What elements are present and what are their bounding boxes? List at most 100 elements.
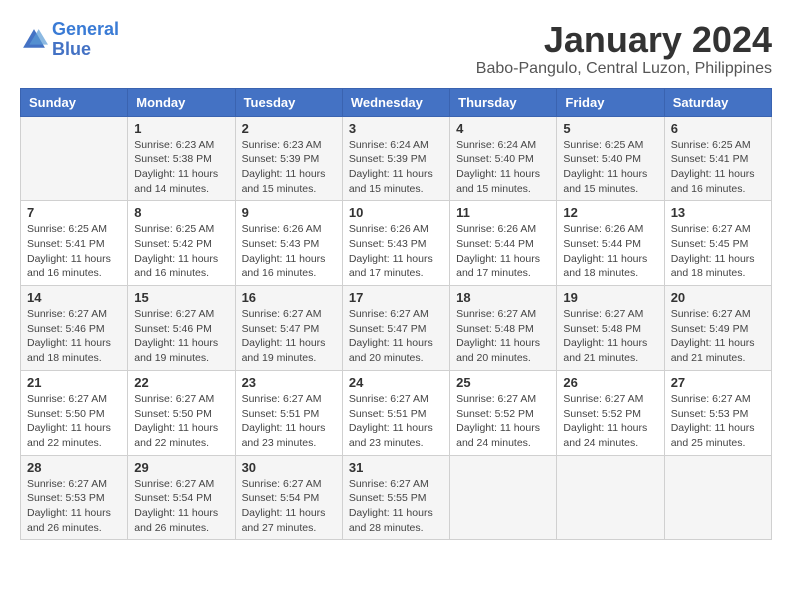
table-row: 29Sunrise: 6:27 AMSunset: 5:54 PMDayligh… xyxy=(128,455,235,540)
table-row: 15 Sunrise: 6:27 AMSunset: 5:46 PMDayligh… xyxy=(128,286,235,371)
page-header: General Blue January 2024 Babo-Pangulo, … xyxy=(20,20,772,78)
header-thursday: Thursday xyxy=(450,88,557,116)
day-info: Sunrise: 6:26 AMSunset: 5:43 PMDaylight:… xyxy=(242,222,336,281)
calendar-week-row: 28 Sunrise: 6:27 AMSunset: 5:53 PMDayligh… xyxy=(21,455,772,540)
calendar-week-row: 7Sunrise: 6:25 AMSunset: 5:41 PMDaylight… xyxy=(21,201,772,286)
table-row: 5 Sunrise: 6:25 AMSunset: 5:40 PMDaylight… xyxy=(557,116,664,201)
day-info: Sunrise: 6:27 AMSunset: 5:45 PMDaylight:… xyxy=(671,222,765,281)
header-monday: Monday xyxy=(128,88,235,116)
day-info: Sunrise: 6:25 AMSunset: 5:42 PMDaylight:… xyxy=(134,222,228,281)
table-row: 8 Sunrise: 6:25 AMSunset: 5:42 PMDaylight… xyxy=(128,201,235,286)
header-tuesday: Tuesday xyxy=(235,88,342,116)
day-number: 23 xyxy=(242,375,336,390)
calendar-header-row: Sunday Monday Tuesday Wednesday Thursday… xyxy=(21,88,772,116)
table-row xyxy=(557,455,664,540)
calendar-week-row: 21 Sunrise: 6:27 AMSunset: 5:50 PMDayligh… xyxy=(21,370,772,455)
day-number: 16 xyxy=(242,290,336,305)
day-info: Sunrise: 6:26 AMSunset: 5:44 PMDaylight:… xyxy=(563,222,657,281)
table-row: 7Sunrise: 6:25 AMSunset: 5:41 PMDaylight… xyxy=(21,201,128,286)
day-info: Sunrise: 6:26 AMSunset: 5:43 PMDaylight:… xyxy=(349,222,443,281)
table-row: 3 Sunrise: 6:24 AMSunset: 5:39 PMDaylight… xyxy=(342,116,449,201)
day-number: 1 xyxy=(134,121,228,136)
day-info: Sunrise: 6:27 AMSunset: 5:50 PMDaylight:… xyxy=(27,392,121,451)
table-row: 27 Sunrise: 6:27 AMSunset: 5:53 PMDayligh… xyxy=(664,370,771,455)
day-number: 20 xyxy=(671,290,765,305)
day-number: 26 xyxy=(563,375,657,390)
table-row: 22Sunrise: 6:27 AMSunset: 5:50 PMDayligh… xyxy=(128,370,235,455)
day-info: Sunrise: 6:25 AMSunset: 5:40 PMDaylight:… xyxy=(563,138,657,197)
day-info: Sunrise: 6:27 AMSunset: 5:47 PMDaylight:… xyxy=(349,307,443,366)
table-row: 21 Sunrise: 6:27 AMSunset: 5:50 PMDayligh… xyxy=(21,370,128,455)
day-number: 29 xyxy=(134,460,228,475)
day-info: Sunrise: 6:27 AMSunset: 5:53 PMDaylight:… xyxy=(671,392,765,451)
day-info: Sunrise: 6:23 AMSunset: 5:38 PMDaylight:… xyxy=(134,138,228,197)
day-info: Sunrise: 6:27 AMSunset: 5:48 PMDaylight:… xyxy=(456,307,550,366)
day-number: 3 xyxy=(349,121,443,136)
day-number: 13 xyxy=(671,205,765,220)
table-row: 24Sunrise: 6:27 AMSunset: 5:51 PMDayligh… xyxy=(342,370,449,455)
day-info: Sunrise: 6:27 AMSunset: 5:47 PMDaylight:… xyxy=(242,307,336,366)
day-number: 25 xyxy=(456,375,550,390)
day-info: Sunrise: 6:27 AMSunset: 5:52 PMDaylight:… xyxy=(563,392,657,451)
day-info: Sunrise: 6:24 AMSunset: 5:39 PMDaylight:… xyxy=(349,138,443,197)
day-number: 9 xyxy=(242,205,336,220)
day-number: 18 xyxy=(456,290,550,305)
table-row xyxy=(664,455,771,540)
day-info: Sunrise: 6:27 AMSunset: 5:46 PMDaylight:… xyxy=(27,307,121,366)
header-friday: Friday xyxy=(557,88,664,116)
day-info: Sunrise: 6:27 AMSunset: 5:53 PMDaylight:… xyxy=(27,477,121,536)
table-row: 31 Sunrise: 6:27 AMSunset: 5:55 PMDayligh… xyxy=(342,455,449,540)
page-title: January 2024 xyxy=(476,20,772,60)
logo-general: General xyxy=(52,19,119,39)
day-info: Sunrise: 6:26 AMSunset: 5:44 PMDaylight:… xyxy=(456,222,550,281)
day-number: 15 xyxy=(134,290,228,305)
table-row: 6Sunrise: 6:25 AMSunset: 5:41 PMDaylight… xyxy=(664,116,771,201)
table-row xyxy=(450,455,557,540)
table-row: 20 Sunrise: 6:27 AMSunset: 5:49 PMDayligh… xyxy=(664,286,771,371)
day-info: Sunrise: 6:27 AMSunset: 5:51 PMDaylight:… xyxy=(242,392,336,451)
day-info: Sunrise: 6:27 AMSunset: 5:50 PMDaylight:… xyxy=(134,392,228,451)
day-info: Sunrise: 6:27 AMSunset: 5:49 PMDaylight:… xyxy=(671,307,765,366)
table-row: 19 Sunrise: 6:27 AMSunset: 5:48 PMDayligh… xyxy=(557,286,664,371)
table-row: 28 Sunrise: 6:27 AMSunset: 5:53 PMDayligh… xyxy=(21,455,128,540)
day-number: 17 xyxy=(349,290,443,305)
day-number: 7 xyxy=(27,205,121,220)
day-number: 31 xyxy=(349,460,443,475)
day-info: Sunrise: 6:27 AMSunset: 5:55 PMDaylight:… xyxy=(349,477,443,536)
table-row: 25 Sunrise: 6:27 AMSunset: 5:52 PMDayligh… xyxy=(450,370,557,455)
day-number: 14 xyxy=(27,290,121,305)
day-info: Sunrise: 6:25 AMSunset: 5:41 PMDaylight:… xyxy=(671,138,765,197)
calendar-table: Sunday Monday Tuesday Wednesday Thursday… xyxy=(20,88,772,541)
day-number: 24 xyxy=(349,375,443,390)
logo-text: General Blue xyxy=(52,20,119,60)
table-row: 26 Sunrise: 6:27 AMSunset: 5:52 PMDayligh… xyxy=(557,370,664,455)
day-info: Sunrise: 6:27 AMSunset: 5:54 PMDaylight:… xyxy=(242,477,336,536)
header-sunday: Sunday xyxy=(21,88,128,116)
table-row: 18 Sunrise: 6:27 AMSunset: 5:48 PMDayligh… xyxy=(450,286,557,371)
logo: General Blue xyxy=(20,20,119,60)
day-number: 12 xyxy=(563,205,657,220)
logo-icon xyxy=(20,26,48,54)
header-wednesday: Wednesday xyxy=(342,88,449,116)
header-saturday: Saturday xyxy=(664,88,771,116)
table-row: 30Sunrise: 6:27 AMSunset: 5:54 PMDayligh… xyxy=(235,455,342,540)
day-number: 2 xyxy=(242,121,336,136)
day-number: 5 xyxy=(563,121,657,136)
day-number: 27 xyxy=(671,375,765,390)
table-row: 12 Sunrise: 6:26 AMSunset: 5:44 PMDayligh… xyxy=(557,201,664,286)
day-info: Sunrise: 6:27 AMSunset: 5:46 PMDaylight:… xyxy=(134,307,228,366)
table-row: 9 Sunrise: 6:26 AMSunset: 5:43 PMDaylight… xyxy=(235,201,342,286)
day-number: 11 xyxy=(456,205,550,220)
table-row: 2Sunrise: 6:23 AMSunset: 5:39 PMDaylight… xyxy=(235,116,342,201)
calendar-week-row: 14 Sunrise: 6:27 AMSunset: 5:46 PMDayligh… xyxy=(21,286,772,371)
calendar-week-row: 1 Sunrise: 6:23 AMSunset: 5:38 PMDaylight… xyxy=(21,116,772,201)
table-row: 17 Sunrise: 6:27 AMSunset: 5:47 PMDayligh… xyxy=(342,286,449,371)
day-number: 28 xyxy=(27,460,121,475)
day-info: Sunrise: 6:27 AMSunset: 5:52 PMDaylight:… xyxy=(456,392,550,451)
day-number: 8 xyxy=(134,205,228,220)
day-number: 21 xyxy=(27,375,121,390)
page-subtitle: Babo-Pangulo, Central Luzon, Philippines xyxy=(476,60,772,78)
table-row: 16 Sunrise: 6:27 AMSunset: 5:47 PMDayligh… xyxy=(235,286,342,371)
day-number: 19 xyxy=(563,290,657,305)
day-info: Sunrise: 6:27 AMSunset: 5:48 PMDaylight:… xyxy=(563,307,657,366)
